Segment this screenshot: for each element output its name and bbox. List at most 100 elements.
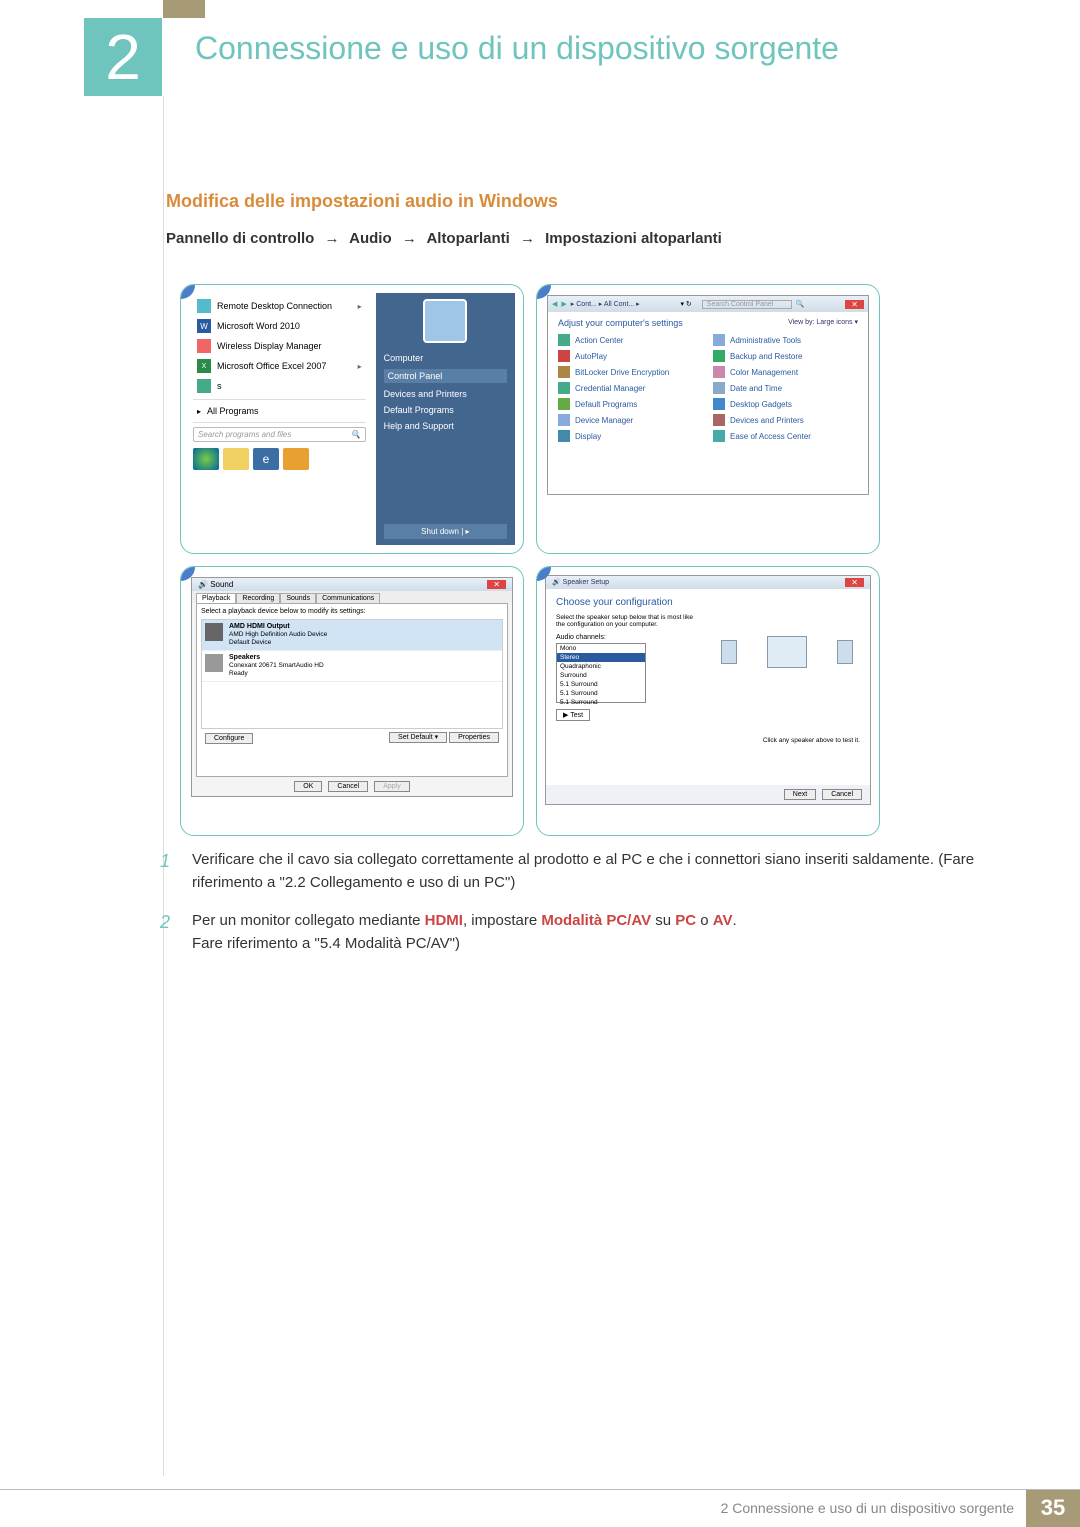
channels-label: Audio channels: bbox=[556, 634, 703, 641]
cp-heading: Adjust your computer's settings bbox=[558, 318, 683, 328]
test-button[interactable]: ▶ Test bbox=[556, 709, 590, 721]
hint-text: Click any speaker above to test it. bbox=[713, 737, 860, 744]
chapter-title: Connessione e uso di un dispositivo sorg… bbox=[195, 30, 839, 67]
option-mono[interactable]: Mono bbox=[557, 644, 645, 653]
taskbar-ie[interactable]: e bbox=[253, 448, 279, 470]
window-title: Sound bbox=[210, 580, 233, 589]
search-input[interactable]: Search Control Panel bbox=[702, 300, 792, 309]
modalita-label: Modalità PC/AV bbox=[541, 912, 651, 929]
cp-item-color[interactable]: Color Management bbox=[713, 366, 858, 378]
start-item-wdm[interactable]: Wireless Display Manager bbox=[193, 337, 366, 355]
close-button[interactable]: ✕ bbox=[487, 580, 506, 589]
option-surround[interactable]: Surround bbox=[557, 671, 645, 680]
close-button[interactable]: ✕ bbox=[845, 300, 864, 309]
tools-icon bbox=[713, 334, 725, 346]
start-search-input[interactable]: Search programs and files🔍 bbox=[193, 427, 366, 442]
start-right-computer[interactable]: Computer bbox=[384, 353, 507, 363]
credential-icon bbox=[558, 382, 570, 394]
step-1: 1 Verificare che il cavo sia collegato c… bbox=[160, 848, 1036, 895]
next-button[interactable]: Next bbox=[784, 789, 816, 800]
search-placeholder: Search programs and files bbox=[198, 430, 291, 439]
step-2: 2 Per un monitor collegato mediante HDMI… bbox=[160, 909, 1036, 956]
option-51b[interactable]: 5.1 Surround bbox=[557, 689, 645, 698]
path-seg-1: Pannello di controllo bbox=[166, 230, 314, 247]
programs-icon bbox=[558, 398, 570, 410]
tab-recording[interactable]: Recording bbox=[236, 593, 280, 603]
path-seg-3: Altoparlanti bbox=[426, 230, 509, 247]
tab-sounds[interactable]: Sounds bbox=[280, 593, 316, 603]
option-quad[interactable]: Quadraphonic bbox=[557, 662, 645, 671]
cp-item-datetime[interactable]: Date and Time bbox=[713, 382, 858, 394]
speaker-left-icon[interactable] bbox=[721, 640, 737, 664]
ok-button[interactable]: OK bbox=[294, 781, 322, 792]
section-title: Modifica delle impostazioni audio in Win… bbox=[166, 191, 558, 212]
start-all-programs[interactable]: ▸All Programs bbox=[193, 404, 366, 418]
taskbar-explorer[interactable] bbox=[223, 448, 249, 470]
lock-icon bbox=[558, 366, 570, 378]
step-number: 1 bbox=[160, 848, 178, 895]
chevron-right-icon: ▸ bbox=[358, 362, 362, 371]
start-right-control-panel[interactable]: Control Panel bbox=[384, 369, 507, 383]
page-footer: 2 Connessione e uso di un dispositivo so… bbox=[0, 1489, 1080, 1527]
device-icon bbox=[558, 414, 570, 426]
start-item-rdc[interactable]: Remote Desktop Connection▸ bbox=[193, 297, 366, 315]
cp-item-ease-of-access[interactable]: Ease of Access Center bbox=[713, 430, 858, 442]
cp-item-admin-tools[interactable]: Administrative Tools bbox=[713, 334, 858, 346]
start-right-help[interactable]: Help and Support bbox=[384, 421, 507, 431]
cp-item-backup[interactable]: Backup and Restore bbox=[713, 350, 858, 362]
app-icon bbox=[197, 379, 211, 393]
cp-item-autoplay[interactable]: AutoPlay bbox=[558, 350, 703, 362]
step-text: Verificare che il cavo sia collegato cor… bbox=[192, 848, 1036, 895]
option-51c[interactable]: 5.1 Surround bbox=[557, 698, 645, 707]
apply-button[interactable]: Apply bbox=[374, 781, 410, 792]
device-hdmi[interactable]: AMD HDMI OutputAMD High Definition Audio… bbox=[202, 620, 502, 651]
start-menu-right: Computer Control Panel Devices and Print… bbox=[376, 293, 515, 545]
cp-item-display[interactable]: Display bbox=[558, 430, 703, 442]
shutdown-button[interactable]: Shut down | ▸ bbox=[384, 524, 507, 539]
cp-item-bitlocker[interactable]: BitLocker Drive Encryption bbox=[558, 366, 703, 378]
nav-back-icon[interactable]: ◀ bbox=[552, 300, 557, 308]
cp-item-devices-printers[interactable]: Devices and Printers bbox=[713, 414, 858, 426]
speaker-right-icon[interactable] bbox=[837, 640, 853, 664]
ease-icon bbox=[713, 430, 725, 442]
panel-control-panel: 2 ◀ ▶ ▸ Cont... ▸ All Cont... ▸ ▾ ↻ Sear… bbox=[536, 284, 880, 554]
footer-rule bbox=[0, 1489, 1080, 1490]
device-speakers[interactable]: SpeakersConexant 20671 SmartAudio HDRead… bbox=[202, 651, 502, 682]
option-51[interactable]: 5.1 Surround bbox=[557, 680, 645, 689]
hdmi-label: HDMI bbox=[425, 912, 463, 929]
close-button[interactable]: ✕ bbox=[845, 578, 864, 587]
color-icon bbox=[713, 366, 725, 378]
cancel-button[interactable]: Cancel bbox=[328, 781, 368, 792]
breadcrumb[interactable]: ▸ Cont... ▸ All Cont... ▸ bbox=[571, 300, 640, 308]
set-default-button[interactable]: Set Default ▾ bbox=[389, 732, 447, 743]
cp-item-gadgets[interactable]: Desktop Gadgets bbox=[713, 398, 858, 410]
audio-channels-listbox[interactable]: Mono Stereo Quadraphonic Surround 5.1 Su… bbox=[556, 643, 646, 703]
tab-playback[interactable]: Playback bbox=[196, 593, 236, 603]
properties-button[interactable]: Properties bbox=[449, 732, 499, 743]
taskbar-wmp[interactable] bbox=[283, 448, 309, 470]
start-right-default[interactable]: Default Programs bbox=[384, 405, 507, 415]
start-button[interactable] bbox=[193, 448, 219, 470]
start-item-label: s bbox=[217, 381, 222, 391]
word-icon: W bbox=[197, 319, 211, 333]
option-stereo[interactable]: Stereo bbox=[557, 653, 645, 662]
flag-icon bbox=[558, 334, 570, 346]
configure-button[interactable]: Configure bbox=[205, 733, 253, 744]
speaker-diagram bbox=[713, 597, 860, 697]
tab-communications[interactable]: Communications bbox=[316, 593, 380, 603]
footer-chapter-label: 2 Connessione e uso di un dispositivo so… bbox=[721, 1489, 1026, 1527]
start-item-label: Microsoft Office Excel 2007 bbox=[217, 361, 326, 371]
start-right-devices[interactable]: Devices and Printers bbox=[384, 389, 507, 399]
display-icon bbox=[558, 430, 570, 442]
cp-item-default-programs[interactable]: Default Programs bbox=[558, 398, 703, 410]
cancel-button[interactable]: Cancel bbox=[822, 789, 862, 800]
control-panel-items: Action Center Administrative Tools AutoP… bbox=[558, 334, 858, 442]
cp-item-credential[interactable]: Credential Manager bbox=[558, 382, 703, 394]
cp-item-device-manager[interactable]: Device Manager bbox=[558, 414, 703, 426]
nav-fwd-icon[interactable]: ▶ bbox=[561, 300, 566, 308]
start-item-word[interactable]: WMicrosoft Word 2010 bbox=[193, 317, 366, 335]
start-item-s[interactable]: s bbox=[193, 377, 366, 395]
view-by-dropdown[interactable]: View by: Large icons ▾ bbox=[788, 318, 858, 328]
cp-item-action-center[interactable]: Action Center bbox=[558, 334, 703, 346]
start-item-excel[interactable]: XMicrosoft Office Excel 2007▸ bbox=[193, 357, 366, 375]
